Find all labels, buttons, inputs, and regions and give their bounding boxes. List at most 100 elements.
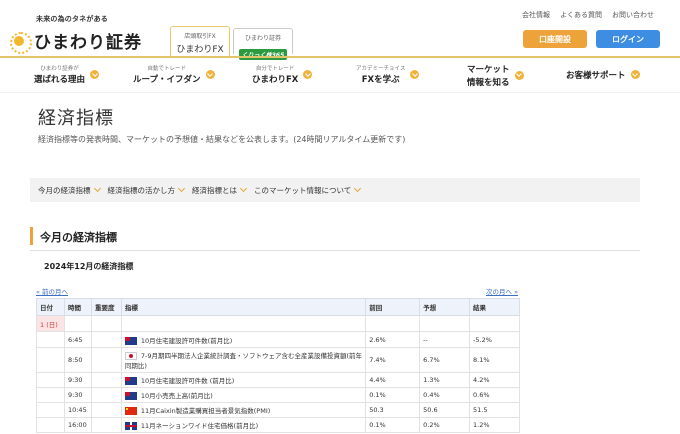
importance-cell (90, 387, 122, 403)
time-cell: 6:45 (63, 331, 92, 348)
logo-name: ひまわり証券 (34, 33, 142, 53)
time-cell: 9:30 (63, 372, 92, 388)
previous-cell: 0.1% (365, 417, 421, 433)
open-account-button[interactable]: 口座開設 (523, 30, 587, 48)
indicator-cell: 7-9月期四半期法人企業統計調査・ソフトウェア含む全産業設備投資額(前年同期比) (120, 347, 367, 373)
header-divider (0, 56, 680, 58)
utility-links: 会社情報 よくある質問 お問い合わせ (522, 10, 654, 20)
subnav-label: 今月の経済指標 (38, 185, 91, 195)
logo-tagline: 未来の為のタネがある (36, 15, 108, 23)
col-indicator: 指標 (120, 298, 367, 316)
nav-item-loop-ifdone[interactable]: 自動でトレード ループ・イフダン (133, 64, 215, 85)
page-description: 経済指標等の発表時間、マーケットの予想値・結果などを公表します。(24時間リアル… (38, 135, 406, 144)
importance-cell (90, 347, 122, 373)
col-previous: 前回 (365, 298, 421, 316)
tab-himawari-securities[interactable]: ひまわり証券 くりっく株365 (233, 28, 293, 60)
indicator-name: 10月住宅建設許可件数 (前月比) (140, 377, 235, 385)
empty-cell (469, 315, 520, 332)
chevron-down-icon (514, 70, 524, 80)
col-importance: 重要度 (90, 298, 122, 316)
chevron-down-icon (205, 70, 215, 79)
click-kabu-365-badge: くりっく株365 (238, 49, 288, 60)
nav-label: FXを学ぶ (361, 75, 400, 85)
login-button[interactable]: ログイン (596, 30, 660, 48)
result-cell: 4.2% (469, 372, 520, 388)
time-cell: 10:45 (63, 402, 92, 418)
nav-item-learn-fx[interactable]: アカデミーチョイス FXを学ぶ (356, 64, 420, 85)
month-title: 2024年12月の経済指標 (44, 262, 134, 271)
day-cell: 1 (日) (36, 315, 65, 332)
forecast-cell: 0.2% (419, 417, 471, 433)
subnav-label: 経済指標の活かし方 (107, 185, 176, 195)
nav-small-label: 自動でトレード (147, 66, 186, 72)
sunflower-logo-icon (10, 31, 32, 54)
indicator-cell: 11月Caixin製造業購買担当者景気指数(PMI) (120, 402, 367, 418)
empty-cell (419, 315, 471, 332)
company-info-link[interactable]: 会社情報 (522, 10, 550, 20)
indicator-name: 10月小売売上高(前月比) (140, 392, 213, 400)
tab-himawari-fx[interactable]: 店頭取引FX ひまわりFX (170, 26, 230, 56)
subnav-label: このマーケット情報について (254, 185, 352, 195)
nav-item-himawari-fx[interactable]: 自分でトレード ひまわりFX (252, 64, 313, 85)
contact-link[interactable]: お問い合わせ (612, 10, 654, 20)
forecast-cell: 0.4% (419, 387, 471, 403)
tab-sec-small: ひまわり証券 (244, 35, 281, 42)
china-flag-icon (124, 407, 137, 415)
empty-cell (36, 417, 65, 433)
previous-cell: 50.3 (365, 402, 421, 418)
uk-flag-icon (124, 422, 137, 430)
table-row: 8:50 7-9月期四半期法人企業統計調査・ソフトウェア含む全産業設備投資額(前… (36, 347, 520, 373)
importance-cell (90, 331, 122, 348)
nav-small-label: アカデミーチョイス (356, 66, 406, 72)
indicator-cell: 10月小売売上高(前月比) (120, 387, 367, 403)
result-cell: 51.5 (469, 402, 520, 418)
previous-cell: 0.1% (365, 387, 421, 403)
importance-cell (90, 402, 122, 418)
prev-month-link[interactable]: « 前の月へ (36, 286, 68, 296)
chevron-down-icon (303, 70, 313, 79)
australia-flag-icon (124, 392, 137, 400)
chevron-down-icon (630, 70, 640, 79)
subnav-item-this-month[interactable]: 今月の経済指標 (38, 184, 101, 196)
indicator-cell: 11月ネーションワイド住宅価格(前月比) (120, 417, 367, 433)
result-cell: -5.2% (469, 331, 520, 348)
subnav-item-how-to-use[interactable]: 経済指標の活かし方 (107, 184, 186, 196)
table-row: 9:30 10月小売売上高(前月比) 0.1% 0.4% 0.6% (36, 387, 520, 403)
chevron-down-icon (177, 184, 186, 193)
nav-label: 情報を知る (467, 78, 510, 88)
subnav-label: 経済指標とは (192, 185, 237, 195)
australia-flag-icon (124, 377, 137, 385)
faq-link[interactable]: よくある質問 (560, 10, 602, 20)
col-date: 日付 (36, 298, 65, 316)
nav-divider (0, 92, 680, 93)
empty-cell (36, 372, 65, 388)
importance-cell (90, 372, 122, 388)
subnav-item-about-info[interactable]: このマーケット情報について (254, 184, 362, 196)
site-logo[interactable]: 未来の為のタネがある ひまわり証券 (10, 14, 142, 54)
empty-cell (36, 347, 65, 373)
empty-cell (120, 315, 367, 332)
section-divider (30, 250, 640, 251)
previous-cell: 2.6% (365, 331, 421, 348)
section-title: 今月の経済指標 (40, 231, 117, 244)
economic-indicators-table: 日付 時間 重要度 指標 前回 予想 結果 1 (日) 6:45 10月住宅建設… (36, 298, 520, 433)
indicator-cell: 10月住宅建設許可件数(前月比) (120, 331, 367, 348)
subnav-item-what-is[interactable]: 経済指標とは (192, 184, 248, 196)
previous-cell: 7.4% (365, 347, 421, 373)
result-cell: 1.2% (469, 417, 520, 433)
forecast-cell: 6.7% (419, 347, 471, 373)
chevron-down-icon (354, 184, 362, 193)
anchor-subnav: 今月の経済指標 経済指標の活かし方 経済指標とは このマーケット情報について (30, 178, 640, 202)
tab-fx-small: 店頭取引FX (184, 33, 216, 40)
chevron-down-icon (90, 70, 100, 79)
nav-item-market-info[interactable]: マーケット 情報を知る (467, 62, 524, 88)
next-month-link[interactable]: 次の月へ » (486, 286, 518, 296)
nav-item-support[interactable]: お客様サポート (566, 68, 640, 81)
forecast-cell: 1.3% (419, 372, 471, 388)
section-accent-bar (30, 227, 33, 245)
table-row: 9:30 10月住宅建設許可件数 (前月比) 4.4% 1.3% 4.2% (36, 372, 520, 388)
time-cell: 16:00 (63, 417, 92, 433)
nav-item-reasons[interactable]: ひまわり証券が 選ばれる理由 (34, 64, 100, 85)
nav-small-label: ひまわり証券が (40, 66, 79, 72)
nav-label: マーケット (467, 65, 510, 75)
